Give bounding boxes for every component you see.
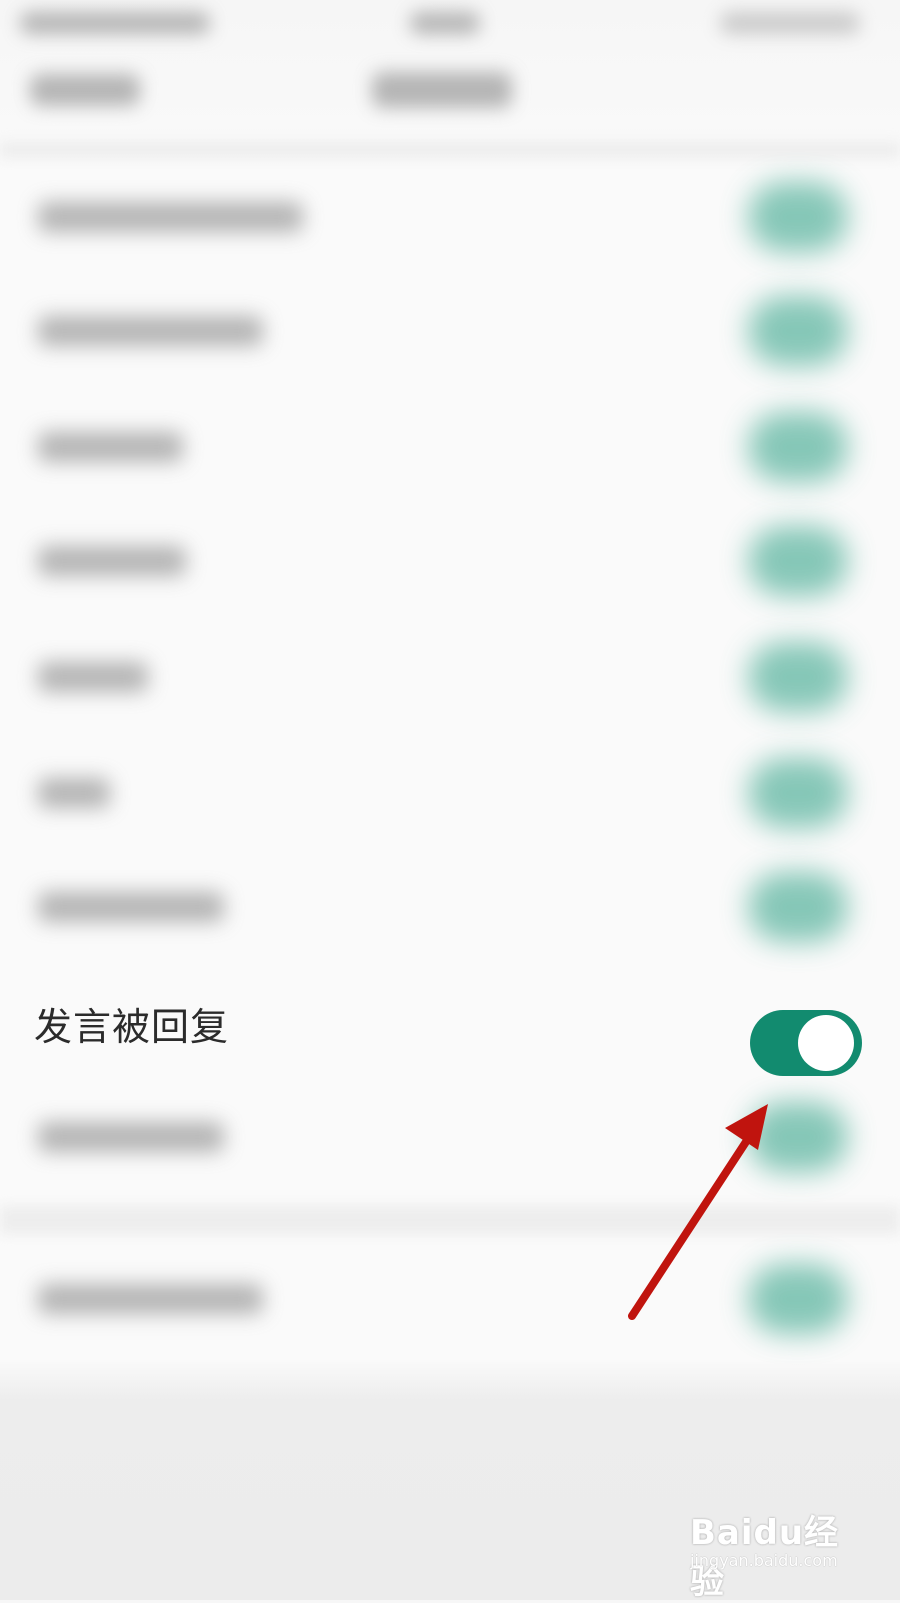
setting-row-blurred [0,1240,900,1356]
setting-row-blurred [0,272,900,388]
toggle-blurred[interactable] [748,1102,848,1172]
toggle-knob [798,1015,854,1071]
back-button-blurred[interactable] [30,74,140,106]
setting-row-blurred [0,502,900,618]
toggle-blurred[interactable] [748,758,848,828]
setting-row-blurred [0,158,900,274]
page-title-blurred [372,72,512,108]
setting-row-blurred [0,734,900,850]
setting-row-blurred [0,1078,900,1194]
toggle-blurred[interactable] [748,872,848,942]
toggle-blurred[interactable] [748,412,848,482]
toggle-blurred[interactable] [748,526,848,596]
header-divider [0,142,900,158]
status-bar-right-blurred [720,12,860,34]
setting-row-blurred [0,388,900,504]
toggle-blurred[interactable] [748,182,848,252]
toggle-blurred[interactable] [748,642,848,712]
toggle-blurred[interactable] [748,296,848,366]
setting-row-blurred [0,618,900,734]
setting-row-blurred [0,848,900,964]
section-divider [0,1206,900,1234]
reply-notification-toggle[interactable] [750,1010,862,1076]
setting-label: 发言被回复 [34,1005,230,1049]
status-bar-center-blurred [410,12,480,34]
settings-screen: 发言被回复 Baidu经验 jingyan.baidu.com [0,0,900,1602]
baidu-watermark: Baidu经验 jingyan.baidu.com [690,1505,870,1602]
toggle-blurred[interactable] [748,1264,848,1334]
watermark-url: jingyan.baidu.com [690,1551,838,1570]
status-bar-blurred [20,12,210,34]
